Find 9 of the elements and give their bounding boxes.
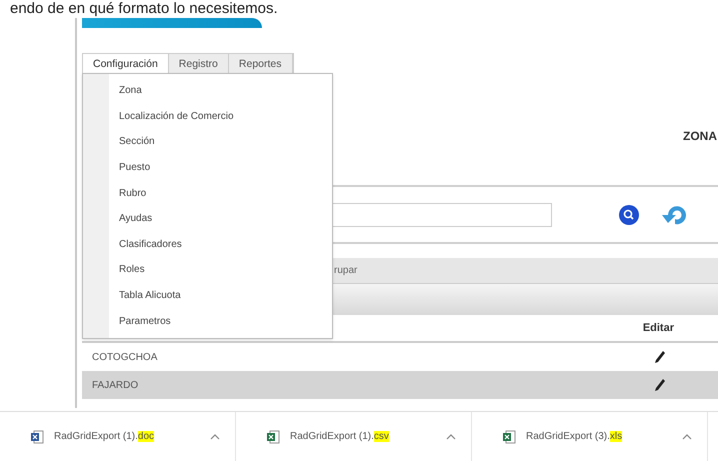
file-name: RadGridExport (3).xls [526, 430, 622, 444]
file-name: RadGridExport (1).doc [54, 430, 154, 444]
zone-name: COTOGCHOA [92, 350, 158, 364]
zone-name: FAJARDO [92, 378, 138, 392]
column-header: Editar [642, 320, 674, 336]
group-panel-text: rupar [334, 264, 358, 278]
document-text: endo de en qué formato lo necesitemos. [9, 0, 279, 18]
file-name: RadGridExport (1).csv [290, 430, 389, 444]
page-title: ZONA [683, 128, 717, 145]
